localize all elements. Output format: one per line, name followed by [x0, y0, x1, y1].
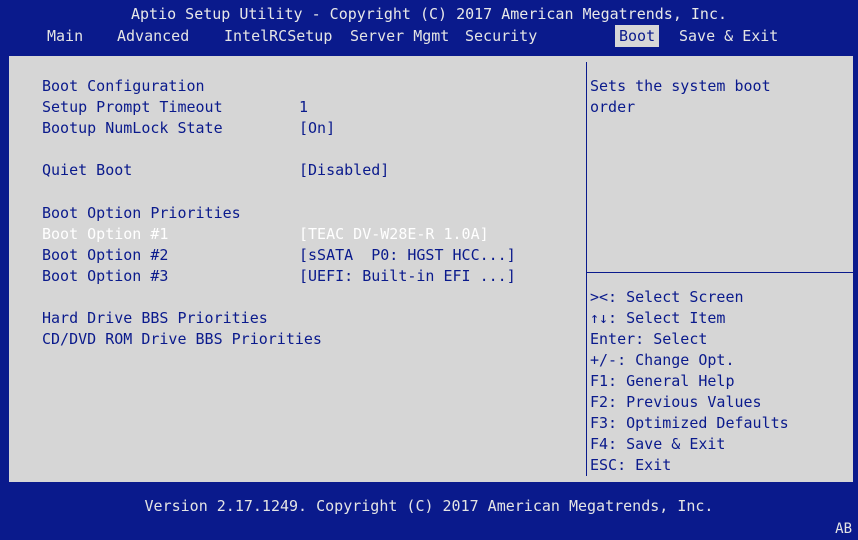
- setting-quiet-boot[interactable]: Quiet Boot [Disabled]: [17, 160, 585, 181]
- corner-code: AB: [835, 521, 852, 537]
- setting-boot-option-1[interactable]: Boot Option #1 [TEAC DV-W28E-R 1.0A]: [17, 224, 585, 245]
- tab-server-mgmt[interactable]: Server Mgmt: [346, 25, 453, 47]
- help-pane: Sets the system boot order ><: Select Sc…: [590, 62, 852, 476]
- setting-boot-option-2[interactable]: Boot Option #2 [sSATA P0: HGST HCC...]: [17, 245, 585, 266]
- link-cd-dvd-bbs-priorities[interactable]: CD/DVD ROM Drive BBS Priorities: [17, 329, 585, 350]
- bios-screen: Aptio Setup Utility - Copyright (C) 2017…: [0, 0, 858, 538]
- setting-boot-option-3[interactable]: Boot Option #3 [UEFI: Built-in EFI ...]: [17, 266, 585, 287]
- key-help-item: ><: Select Screen: [590, 288, 744, 306]
- tab-intelrcsetup[interactable]: IntelRCSetup: [220, 25, 336, 47]
- tab-security[interactable]: Security: [461, 25, 541, 47]
- section-boot-option-priorities: Boot Option Priorities: [42, 204, 241, 222]
- tab-advanced[interactable]: Advanced: [113, 25, 193, 47]
- link-hard-drive-bbs-priorities[interactable]: Hard Drive BBS Priorities: [17, 308, 585, 329]
- help-description-line1: Sets the system boot: [590, 77, 771, 95]
- vertical-divider: [586, 62, 587, 476]
- section-boot-configuration: Boot Configuration: [42, 77, 205, 95]
- tab-boot[interactable]: Boot: [615, 25, 660, 47]
- key-help-item: ↑↓: Select Item: [590, 309, 726, 327]
- key-help-item: ESC: Exit: [590, 456, 672, 474]
- footer-version: Version 2.17.1249. Copyright (C) 2017 Am…: [144, 497, 714, 515]
- window-title: Aptio Setup Utility - Copyright (C) 2017…: [130, 5, 728, 23]
- setting-setup-prompt-timeout[interactable]: Setup Prompt Timeout 1: [17, 97, 585, 118]
- boot-option-2-label: Boot Option #2: [42, 246, 169, 264]
- tab-save-exit[interactable]: Save & Exit: [675, 25, 782, 47]
- key-help-item: F1: General Help: [590, 372, 735, 390]
- key-help-item: F3: Optimized Defaults: [590, 414, 789, 432]
- settings-list: Boot Configuration Setup Prompt Timeout …: [17, 62, 585, 476]
- help-description-line2: order: [590, 98, 636, 116]
- setup-prompt-timeout-value[interactable]: 1: [299, 97, 308, 118]
- key-help-item: +/-: Change Opt.: [590, 351, 735, 369]
- setting-bootup-numlock[interactable]: Bootup NumLock State [On]: [17, 118, 585, 139]
- bootup-numlock-label: Bootup NumLock State: [42, 119, 223, 137]
- key-help-item: Enter: Select: [590, 330, 708, 348]
- key-help-item: F4: Save & Exit: [590, 435, 726, 453]
- boot-option-1-value[interactable]: [TEAC DV-W28E-R 1.0A]: [299, 224, 489, 245]
- boot-option-2-value[interactable]: [sSATA P0: HGST HCC...]: [299, 245, 516, 266]
- boot-option-3-label: Boot Option #3: [42, 267, 169, 285]
- boot-option-1-label: Boot Option #1: [42, 225, 169, 243]
- key-help-item: F2: Previous Values: [590, 393, 762, 411]
- settings-panel: Boot Configuration Setup Prompt Timeout …: [8, 55, 855, 483]
- quiet-boot-label: Quiet Boot: [42, 161, 133, 179]
- menu-bar: Main Advanced IntelRCSetup Server Mgmt S…: [0, 25, 858, 47]
- tab-main[interactable]: Main: [43, 25, 87, 47]
- setup-prompt-timeout-label: Setup Prompt Timeout: [42, 98, 223, 116]
- boot-option-3-value[interactable]: [UEFI: Built-in EFI ...]: [299, 266, 516, 287]
- bootup-numlock-value[interactable]: [On]: [299, 118, 335, 139]
- quiet-boot-value[interactable]: [Disabled]: [299, 160, 389, 181]
